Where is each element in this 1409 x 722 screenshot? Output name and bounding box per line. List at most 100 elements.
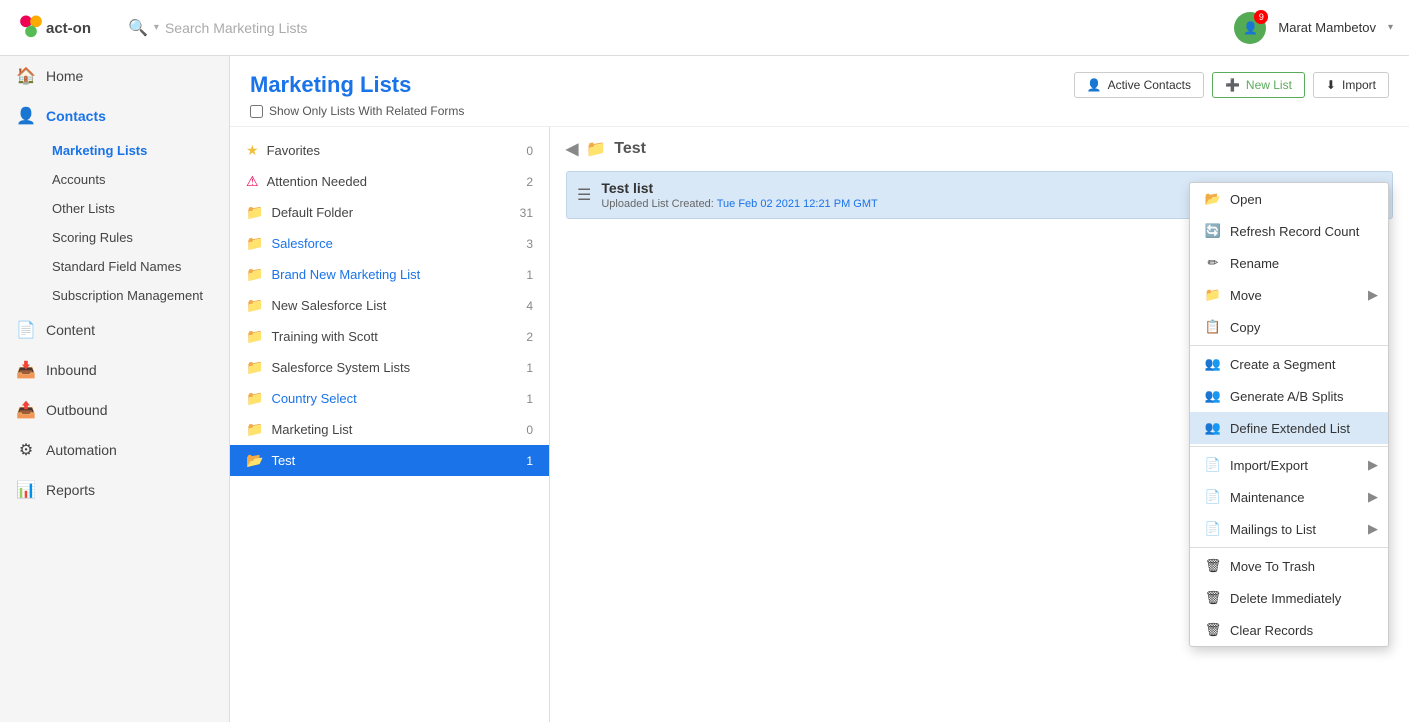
ctx-item-create-segment[interactable]: 👥 Create a Segment xyxy=(1190,348,1388,380)
ctx-item-refresh-record-count[interactable]: 🔄 Refresh Record Count xyxy=(1190,215,1388,247)
sidebar-sub-marketing-lists[interactable]: Marketing Lists xyxy=(36,136,229,165)
folder-toggle-icon[interactable]: ◀ xyxy=(566,139,578,159)
sidebar-item-inbound[interactable]: 📥 Inbound xyxy=(0,350,229,390)
ctx-item-generate-ab[interactable]: 👥 Generate A/B Splits xyxy=(1190,380,1388,412)
sidebar-sub-subscription-management[interactable]: Subscription Management xyxy=(36,281,229,310)
import-label: Import xyxy=(1342,78,1376,92)
user-dropdown-arrow-icon[interactable]: ▾ xyxy=(1388,22,1393,33)
list-item-training[interactable]: 📁 Training with Scott 2 xyxy=(230,321,549,352)
list-item-attention[interactable]: ⚠ Attention Needed 2 xyxy=(230,166,549,197)
list-item-country-select[interactable]: 📁 Country Select 1 xyxy=(230,383,549,414)
list-item-default-folder[interactable]: 📁 Default Folder 31 xyxy=(230,197,549,228)
attention-count: 2 xyxy=(513,175,533,189)
brand-new-label: Brand New Marketing List xyxy=(271,267,420,282)
ctx-item-delete-immediately[interactable]: 🗑 Delete Immediately xyxy=(1190,582,1388,614)
svg-text:act-on: act-on xyxy=(46,20,91,37)
sidebar-item-home[interactable]: 🏠 Home xyxy=(0,56,229,96)
ctx-item-import-export[interactable]: 📄 Import/Export ▶ xyxy=(1190,449,1388,481)
search-icon: 🔍 xyxy=(128,18,148,38)
show-only-checkbox[interactable] xyxy=(250,105,263,118)
contacts-icon: 👤 xyxy=(16,106,36,126)
ctx-item-move[interactable]: 📁 Move ▶ xyxy=(1190,279,1388,311)
active-contacts-label: Active Contacts xyxy=(1108,78,1191,92)
folder-header-folder-icon: 📁 xyxy=(586,139,606,159)
marketing-list-label: Marketing List xyxy=(271,422,352,437)
search-bar[interactable]: 🔍 ▾ Search Marketing Lists xyxy=(128,18,1222,38)
ctx-item-copy[interactable]: 📋 Copy xyxy=(1190,311,1388,343)
avatar-badge: 9 xyxy=(1254,10,1268,24)
list-item-test[interactable]: 📂 Test 1 xyxy=(230,445,549,476)
logo[interactable]: act-on xyxy=(16,10,116,46)
folder-icon: 📁 xyxy=(246,421,263,438)
brand-new-count: 1 xyxy=(513,268,533,282)
ctx-item-clear-records[interactable]: 🗑 Clear Records xyxy=(1190,614,1388,646)
sidebar-item-content[interactable]: 📄 Content xyxy=(0,310,229,350)
sidebar-sub-scoring-rules[interactable]: Scoring Rules xyxy=(36,223,229,252)
training-label: Training with Scott xyxy=(271,329,377,344)
avatar[interactable]: 👤 9 xyxy=(1234,12,1266,44)
automation-icon: ⚙ xyxy=(16,440,36,460)
list-item-sub-date: Tue Feb 02 2021 12:21 PM GMT xyxy=(717,198,878,210)
salesforce-system-label: Salesforce System Lists xyxy=(271,360,410,375)
list-item-marketing-list[interactable]: 📁 Marketing List 0 xyxy=(230,414,549,445)
folder-icon: 📁 xyxy=(246,328,263,345)
accounts-label: Accounts xyxy=(52,172,105,187)
page-actions: 👤 Active Contacts ➕ New List ⬇ Import xyxy=(1074,72,1389,98)
right-content: ◀ 📁 Test ☰ Test list Uploaded List Creat… xyxy=(550,127,1409,722)
content-icon: 📄 xyxy=(16,320,36,340)
active-contacts-button[interactable]: 👤 Active Contacts xyxy=(1074,72,1204,98)
ctx-item-define-extended[interactable]: 👥 Define Extended List xyxy=(1190,412,1388,444)
default-folder-label: Default Folder xyxy=(271,205,353,220)
list-item-new-salesforce[interactable]: 📁 New Salesforce List 4 xyxy=(230,290,549,321)
trash-icon: 🗑 xyxy=(1204,557,1222,575)
list-item-salesforce-system[interactable]: 📁 Salesforce System Lists 1 xyxy=(230,352,549,383)
country-select-count: 1 xyxy=(513,392,533,406)
refresh-icon: 🔄 xyxy=(1204,222,1222,240)
folder-header-name: Test xyxy=(614,140,646,158)
other-lists-label: Other Lists xyxy=(52,201,115,216)
folder-icon: 📁 xyxy=(246,390,263,407)
default-folder-count: 31 xyxy=(513,206,533,220)
clear-records-icon: 🗑 xyxy=(1204,621,1222,639)
ctx-import-export-label: Import/Export xyxy=(1230,458,1308,473)
ctx-item-maintenance[interactable]: 📄 Maintenance ▶ xyxy=(1190,481,1388,513)
open-icon: 📂 xyxy=(1204,190,1222,208)
ctx-item-mailings-to-list[interactable]: 📄 Mailings to List ▶ xyxy=(1190,513,1388,545)
import-button[interactable]: ⬇ Import xyxy=(1313,72,1389,98)
sidebar-item-contacts[interactable]: 👤 Contacts xyxy=(0,96,229,136)
page-title: Marketing Lists xyxy=(250,72,464,98)
favorites-label: Favorites xyxy=(267,143,320,158)
sidebar-item-reports[interactable]: 📊 Reports xyxy=(0,470,229,510)
left-list: ★ Favorites 0 ⚠ Attention Needed 2 📁 xyxy=(230,127,550,722)
new-list-button[interactable]: ➕ New List xyxy=(1212,72,1305,98)
reports-icon: 📊 xyxy=(16,480,36,500)
test-label: Test xyxy=(271,453,295,468)
ctx-separator-3 xyxy=(1190,547,1388,548)
sidebar-sub-accounts[interactable]: Accounts xyxy=(36,165,229,194)
salesforce-count: 3 xyxy=(513,237,533,251)
list-item-salesforce[interactable]: 📁 Salesforce 3 xyxy=(230,228,549,259)
list-item-brand-new[interactable]: 📁 Brand New Marketing List 1 xyxy=(230,259,549,290)
ctx-item-rename[interactable]: ✏ Rename xyxy=(1190,247,1388,279)
folder-icon: 📁 xyxy=(246,204,263,221)
ctx-item-open[interactable]: 📂 Open xyxy=(1190,183,1388,215)
ctx-refresh-label: Refresh Record Count xyxy=(1230,224,1359,239)
ctx-open-label: Open xyxy=(1230,192,1262,207)
ctx-delete-immediately-label: Delete Immediately xyxy=(1230,591,1341,606)
sidebar-item-automation[interactable]: ⚙ Automation xyxy=(0,430,229,470)
ab-splits-icon: 👥 xyxy=(1204,387,1222,405)
ctx-item-move-to-trash[interactable]: 🗑 Move To Trash xyxy=(1190,550,1388,582)
sidebar-item-outbound[interactable]: 📤 Outbound xyxy=(0,390,229,430)
list-icon: ☰ xyxy=(577,185,591,205)
sidebar-sub-standard-field-names[interactable]: Standard Field Names xyxy=(36,252,229,281)
sidebar-item-contacts-label: Contacts xyxy=(46,108,106,124)
ctx-move-label: Move xyxy=(1230,288,1262,303)
sidebar-item-home-label: Home xyxy=(46,68,83,84)
sidebar-sub-other-lists[interactable]: Other Lists xyxy=(36,194,229,223)
test-count: 1 xyxy=(513,454,533,468)
list-item-favorites[interactable]: ★ Favorites 0 xyxy=(230,135,549,166)
user-name[interactable]: Marat Mambetov xyxy=(1278,20,1376,35)
page-title-area: Marketing Lists Show Only Lists With Rel… xyxy=(250,72,464,118)
favorites-count: 0 xyxy=(513,144,533,158)
import-icon: ⬇ xyxy=(1326,78,1336,92)
